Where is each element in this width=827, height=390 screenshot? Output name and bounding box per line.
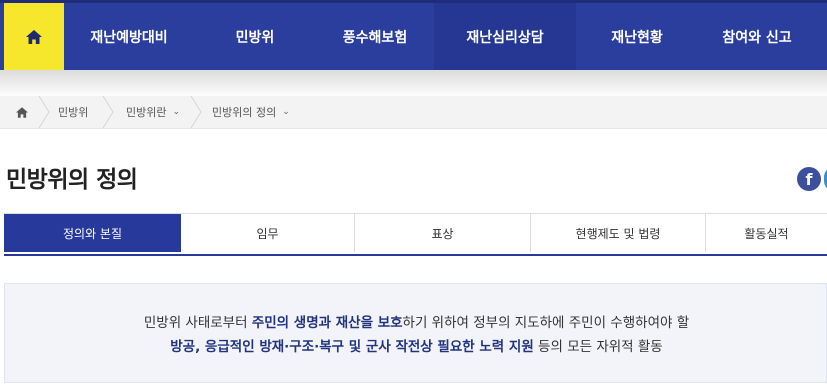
home-icon <box>16 106 28 118</box>
page-title: 민방위의 정의 <box>6 167 138 193</box>
chevron-down-icon: ⌄ <box>282 107 290 117</box>
breadcrumb-separator <box>190 96 202 128</box>
nav-item-participate-report[interactable]: 참여와 신고 <box>698 3 816 70</box>
definition-text: 민방위 사태로부터 <box>143 315 252 331</box>
definition-highlight: 방공, 응급적인 방재·구조·복구 및 군사 작전상 필요한 노력 지원 <box>170 339 534 355</box>
definition-text: 등의 모든 자위적 활동 <box>533 339 663 355</box>
definition-highlight: 주민의 생명과 재산을 보호 <box>251 315 403 331</box>
nav-item-disaster-prevention[interactable]: 재난예방대비 <box>64 3 194 70</box>
breadcrumb-item-about[interactable]: 민방위란 ⌄ <box>126 96 180 128</box>
top-navigation: 재난예방대비 민방위 풍수해보험 재난심리상담 재난현황 참여와 신고 <box>0 0 827 70</box>
nav-item-disaster-status[interactable]: 재난현황 <box>576 3 698 70</box>
tab-duties[interactable]: 임무 <box>181 214 355 252</box>
definition-line-2: 방공, 응급적인 방재·구조·복구 및 군사 작전상 필요한 노력 지원 등의 … <box>5 335 827 355</box>
tab-bar: 정의와 본질 임무 표상 현행제도 및 법령 활동실적 <box>4 213 827 256</box>
breadcrumb-item-definition[interactable]: 민방위의 정의 ⌄ <box>212 96 290 128</box>
facebook-icon[interactable]: f <box>797 167 821 191</box>
breadcrumb-item-civil-defense[interactable]: 민방위 <box>58 96 88 128</box>
breadcrumb-label: 민방위란 <box>126 106 167 119</box>
tab-definition[interactable]: 정의와 본질 <box>4 214 181 252</box>
breadcrumb-home[interactable] <box>16 96 28 128</box>
tab-laws[interactable]: 현행제도 및 법령 <box>531 214 706 252</box>
tab-symbol[interactable]: 표상 <box>355 214 531 252</box>
chevron-down-icon: ⌄ <box>172 107 181 117</box>
nav-shadow <box>0 70 827 98</box>
nav-item-civil-defense[interactable]: 민방위 <box>194 3 316 70</box>
definition-line-1: 민방위 사태로부터 주민의 생명과 재산을 보호하기 위하여 정부의 지도하에 … <box>5 311 827 331</box>
breadcrumb-label: 민방위의 정의 <box>212 106 277 119</box>
nav-item-storm-insurance[interactable]: 풍수해보험 <box>316 3 434 70</box>
nav-item-psych-counseling[interactable]: 재난심리상담 <box>434 3 576 70</box>
breadcrumb-separator <box>38 96 50 128</box>
tab-activities[interactable]: 활동실적 <box>706 214 827 252</box>
home-icon <box>26 29 42 44</box>
definition-text: 하기 위하여 정부의 지도하에 주민이 수행하여야 할 <box>402 315 690 331</box>
definition-box: 민방위 사태로부터 주민의 생명과 재산을 보호하기 위하여 정부의 지도하에 … <box>4 283 827 383</box>
home-button[interactable] <box>4 3 64 70</box>
breadcrumb: 민방위 민방위란 ⌄ 민방위의 정의 ⌄ <box>0 96 827 129</box>
breadcrumb-separator <box>102 96 114 128</box>
